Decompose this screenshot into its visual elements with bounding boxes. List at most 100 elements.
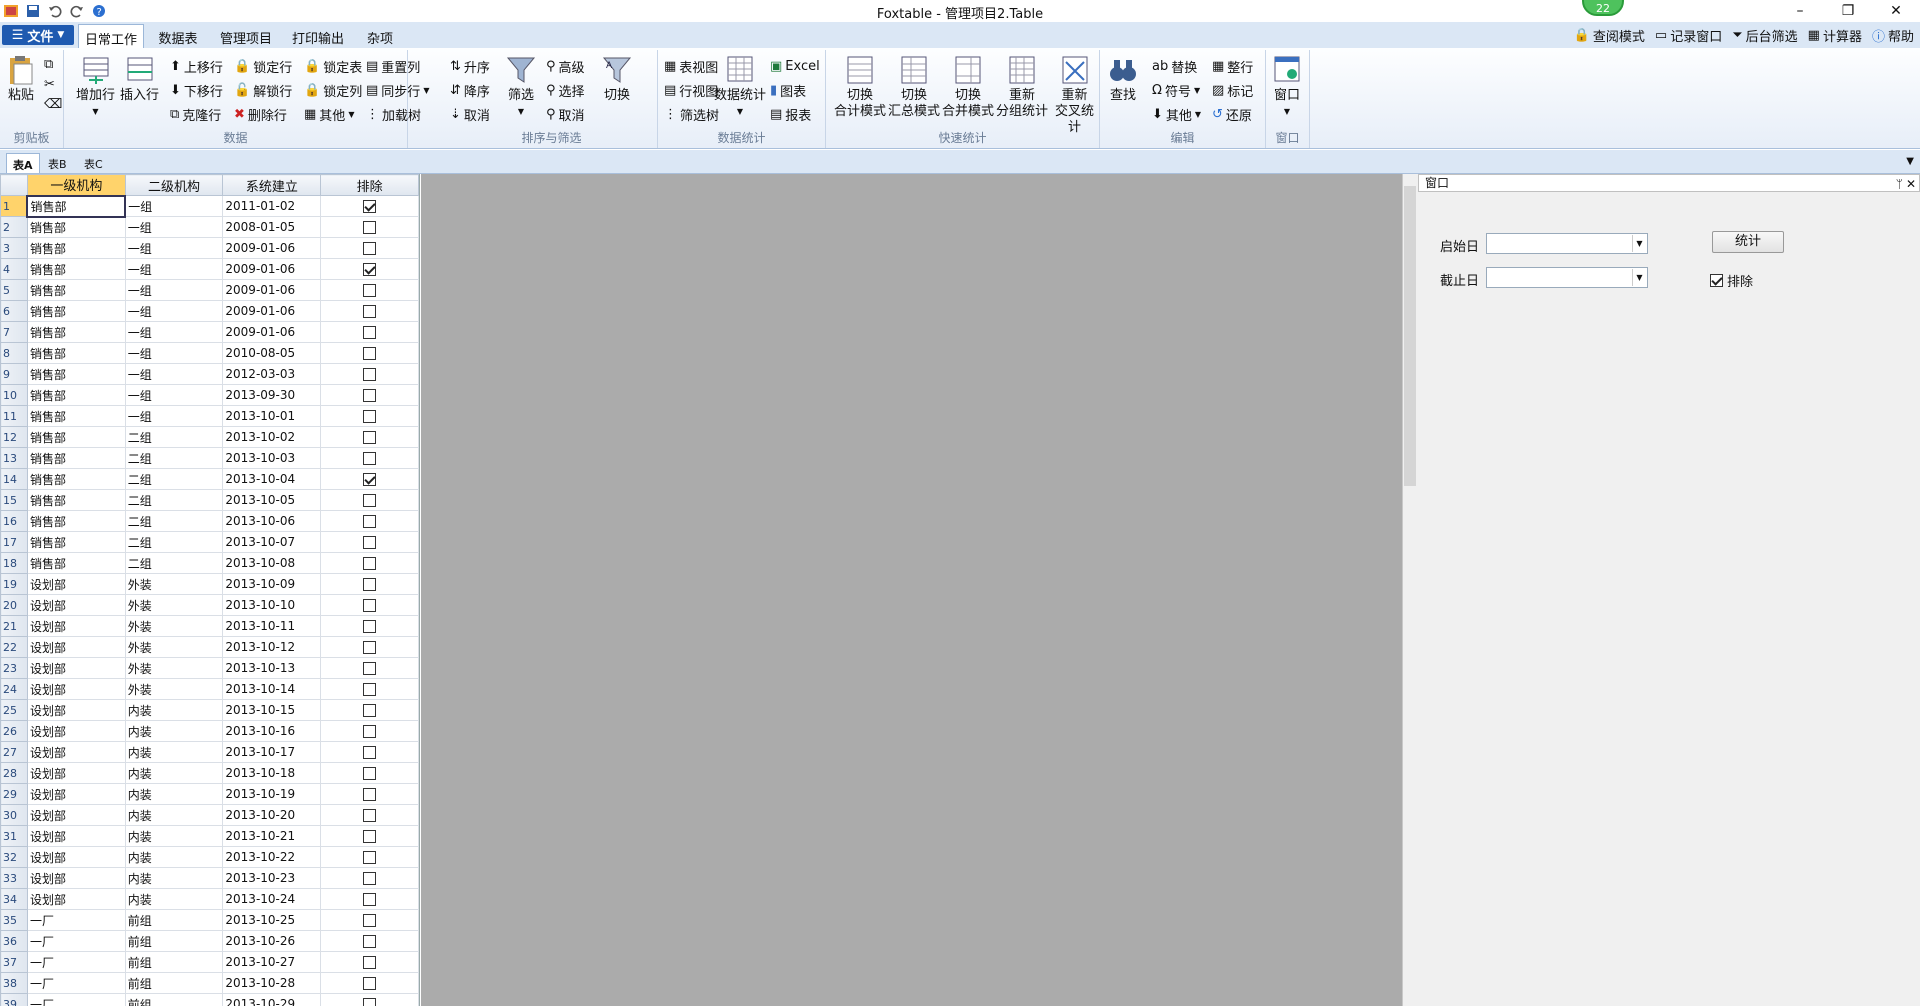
- switch-total-mode-button[interactable]: 切换 合计模式: [834, 54, 886, 120]
- table-cell[interactable]: 外装: [124, 636, 224, 658]
- table-row[interactable]: 31 设划部 内装 2013-10-21: [0, 825, 419, 847]
- column-header[interactable]: 排除: [320, 174, 419, 196]
- table-row[interactable]: 33 设划部 内装 2013-10-23: [0, 867, 419, 889]
- table-cell[interactable]: 2013-10-20: [222, 804, 322, 826]
- table-row[interactable]: 14 销售部 二组 2013-10-04: [0, 468, 419, 490]
- table-cell[interactable]: 内装: [124, 846, 224, 868]
- table-cell[interactable]: 一厂: [26, 930, 126, 952]
- exclude-checkbox[interactable]: 排除: [1710, 271, 1753, 290]
- table-cell[interactable]: 2013-10-14: [222, 678, 322, 700]
- exclude-cell[interactable]: [320, 678, 419, 700]
- table-row[interactable]: 13 销售部 二组 2013-10-03: [0, 447, 419, 469]
- column-header[interactable]: 一级机构: [26, 174, 126, 196]
- row-number[interactable]: 22: [0, 636, 28, 658]
- table-cell[interactable]: 销售部: [26, 447, 126, 469]
- exclude-cell[interactable]: [320, 216, 419, 238]
- checkbox-icon[interactable]: [363, 683, 377, 696]
- row-number[interactable]: 5: [0, 279, 28, 301]
- table-cell[interactable]: 销售部: [26, 426, 126, 448]
- table-row[interactable]: 32 设划部 内装 2013-10-22: [0, 846, 419, 868]
- switch-filter-button[interactable]: A 切换: [602, 54, 632, 104]
- table-row[interactable]: 18 销售部 二组 2013-10-08: [0, 552, 419, 574]
- table-cell[interactable]: 2013-10-05: [222, 489, 322, 511]
- table-cell[interactable]: 设划部: [26, 699, 126, 721]
- checkbox-icon[interactable]: [363, 578, 377, 591]
- data-stats-button[interactable]: 数据统计 ▼: [714, 54, 766, 120]
- restore-button[interactable]: ❐: [1824, 0, 1872, 22]
- exclude-cell[interactable]: [320, 300, 419, 322]
- tab-daily-work[interactable]: 日常工作: [78, 24, 144, 49]
- row-number[interactable]: 33: [0, 867, 28, 889]
- exclude-cell[interactable]: [320, 741, 419, 763]
- column-header[interactable]: 系统建立: [222, 174, 322, 196]
- table-cell[interactable]: 一厂: [26, 972, 126, 994]
- sheet-tab-b[interactable]: 表B: [42, 153, 73, 173]
- table-cell[interactable]: 设划部: [26, 636, 126, 658]
- table-row[interactable]: 29 设划部 内装 2013-10-19: [0, 783, 419, 805]
- checkbox-icon[interactable]: [363, 977, 377, 990]
- exclude-cell[interactable]: [320, 594, 419, 616]
- paste-button[interactable]: 粘贴: [6, 54, 36, 104]
- row-number[interactable]: 38: [0, 972, 28, 994]
- table-cell[interactable]: 销售部: [26, 384, 126, 406]
- table-cell[interactable]: 一组: [124, 216, 224, 238]
- checkbox-icon[interactable]: [363, 746, 377, 759]
- checkbox-icon[interactable]: [363, 935, 377, 948]
- advanced-filter-button[interactable]: ⚲ 高级: [546, 56, 585, 76]
- table-cell[interactable]: 内装: [124, 762, 224, 784]
- table-cell[interactable]: 销售部: [26, 363, 126, 385]
- move-down-row-button[interactable]: ⬇ 下移行: [170, 80, 223, 100]
- table-cell[interactable]: 内装: [124, 825, 224, 847]
- row-number[interactable]: 30: [0, 804, 28, 826]
- table-cell[interactable]: 2013-10-10: [222, 594, 322, 616]
- checkbox-icon[interactable]: [363, 305, 377, 318]
- tab-print-output[interactable]: 打印输出: [286, 24, 350, 48]
- table-cell[interactable]: 前组: [124, 930, 224, 952]
- table-cell[interactable]: 2009-01-06: [222, 321, 322, 343]
- table-row[interactable]: 39 一厂 前组 2013-10-29: [0, 993, 419, 1006]
- exclude-cell[interactable]: [320, 804, 419, 826]
- table-row[interactable]: 28 设划部 内装 2013-10-18: [0, 762, 419, 784]
- whole-row-button[interactable]: ▦ 整行: [1212, 56, 1253, 76]
- lock-table-button[interactable]: 🔒 锁定表: [304, 56, 362, 76]
- table-cell[interactable]: 2013-10-15: [222, 699, 322, 721]
- table-cell[interactable]: 2009-01-06: [222, 279, 322, 301]
- checkbox-icon[interactable]: [363, 473, 377, 486]
- row-number[interactable]: 1: [0, 195, 28, 217]
- checkbox-icon[interactable]: [363, 515, 377, 528]
- table-cell[interactable]: 2013-10-03: [222, 447, 322, 469]
- exclude-cell[interactable]: [320, 447, 419, 469]
- table-row[interactable]: 20 设划部 外装 2013-10-10: [0, 594, 419, 616]
- table-cell[interactable]: 销售部: [26, 405, 126, 427]
- row-number[interactable]: 32: [0, 846, 28, 868]
- table-cell[interactable]: 2013-10-08: [222, 552, 322, 574]
- table-cell[interactable]: 2013-10-12: [222, 636, 322, 658]
- sort-descending-button[interactable]: ⇵ 降序: [450, 80, 490, 100]
- row-number[interactable]: 20: [0, 594, 28, 616]
- exclude-cell[interactable]: [320, 888, 419, 910]
- start-date-picker[interactable]: ▼: [1486, 233, 1648, 254]
- checkbox-icon[interactable]: [363, 536, 377, 549]
- row-number[interactable]: 23: [0, 657, 28, 679]
- table-row[interactable]: 21 设划部 外装 2013-10-11: [0, 615, 419, 637]
- table-cell[interactable]: 销售部: [26, 237, 126, 259]
- table-cell[interactable]: 销售部: [26, 552, 126, 574]
- checkbox-icon[interactable]: [363, 725, 377, 738]
- edit-other-button[interactable]: ⬇ 其他 ▼: [1152, 104, 1201, 124]
- table-row[interactable]: 11 销售部 一组 2013-10-01: [0, 405, 419, 427]
- help-button[interactable]: ⓘ 帮助: [1872, 26, 1914, 45]
- symbol-button[interactable]: Ω 符号 ▼: [1152, 80, 1200, 100]
- table-cell[interactable]: 内装: [124, 804, 224, 826]
- checkbox-icon[interactable]: [363, 620, 377, 633]
- table-cell[interactable]: 2013-10-25: [222, 909, 322, 931]
- exclude-cell[interactable]: [320, 531, 419, 553]
- exclude-cell[interactable]: [320, 930, 419, 952]
- table-cell[interactable]: 设划部: [26, 678, 126, 700]
- corner-cell[interactable]: [0, 174, 28, 196]
- exclude-cell[interactable]: [320, 468, 419, 490]
- table-cell[interactable]: 2009-01-06: [222, 300, 322, 322]
- table-cell[interactable]: 2013-10-28: [222, 972, 322, 994]
- table-cell[interactable]: 设划部: [26, 804, 126, 826]
- table-cell[interactable]: 2013-10-11: [222, 615, 322, 637]
- regroup-stats-button[interactable]: 重新 分组统计: [996, 54, 1048, 120]
